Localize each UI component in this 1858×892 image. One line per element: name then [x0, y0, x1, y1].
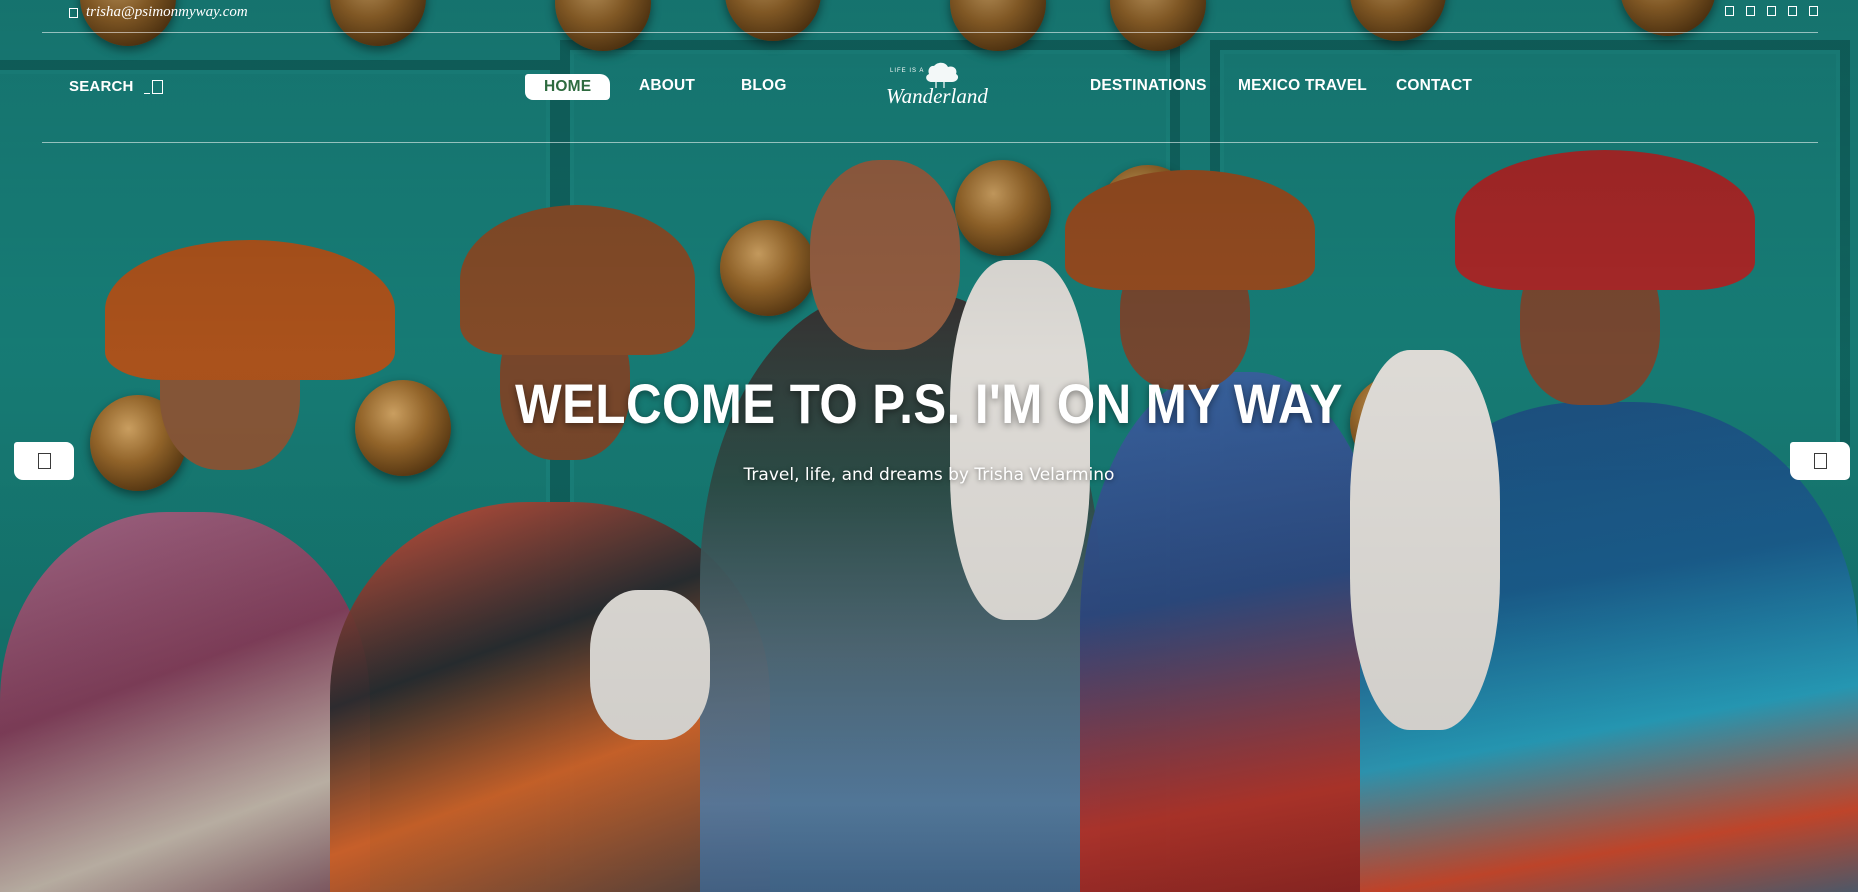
site-logo[interactable]: LIFE IS A Wanderland — [882, 62, 988, 118]
nav-item-about[interactable]: ABOUT — [639, 77, 695, 95]
youtube-icon[interactable] — [1809, 6, 1818, 16]
envelope-icon — [69, 7, 78, 18]
email-contact[interactable]: trisha@psimonmyway.com — [69, 4, 248, 21]
slider-prev-button[interactable] — [14, 442, 74, 480]
facebook-icon[interactable] — [1725, 6, 1734, 16]
hero-title: WELCOME TO P.S. I'M ON MY WAY — [515, 372, 1343, 435]
email-link[interactable]: trisha@psimonmyway.com — [86, 4, 248, 21]
social-links — [1725, 6, 1818, 16]
nav-item-mexico-travel[interactable]: MEXICO TRAVEL — [1238, 77, 1367, 95]
hero-subtitle: Travel, life, and dreams by Trisha Velar… — [743, 465, 1115, 485]
instagram-icon[interactable] — [1767, 6, 1776, 16]
top-bar: trisha@psimonmyway.com — [42, 0, 1818, 33]
logo-wordmark: Wanderland — [886, 84, 988, 108]
nav-item-home[interactable]: HOME — [525, 74, 611, 100]
slider-next-button[interactable] — [1790, 442, 1850, 480]
nav-item-destinations[interactable]: DESTINATIONS — [1090, 77, 1207, 95]
nav-item-contact[interactable]: CONTACT — [1396, 77, 1472, 95]
search-label: SEARCH — [69, 78, 134, 95]
search-icon[interactable] — [143, 79, 163, 94]
chevron-left-icon — [37, 453, 51, 469]
logo-tagline: LIFE IS A — [890, 68, 925, 74]
chevron-right-icon — [1813, 453, 1827, 469]
main-navigation: SEARCH HOME ABOUT BLOG LIFE IS A Wanderl… — [42, 32, 1818, 143]
pinterest-icon[interactable] — [1788, 6, 1797, 16]
search-toggle[interactable]: SEARCH — [69, 78, 163, 95]
twitter-icon[interactable] — [1746, 6, 1755, 16]
nav-item-blog[interactable]: BLOG — [741, 77, 787, 95]
